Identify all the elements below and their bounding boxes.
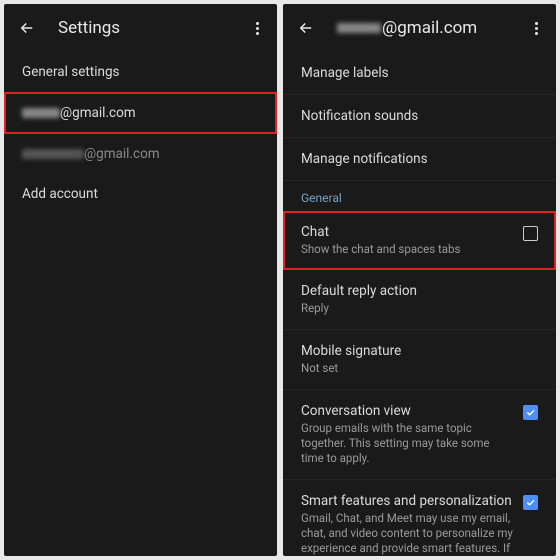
reply-title: Default reply action (301, 283, 538, 299)
conv-subtitle: Group emails with the same topic togethe… (301, 421, 513, 466)
chat-title: Chat (301, 224, 513, 240)
account-item-1[interactable]: @gmail.com (4, 92, 277, 134)
overflow-menu-icon[interactable] (531, 16, 542, 41)
manage-labels-item[interactable]: Manage labels (283, 52, 556, 95)
conversation-view-item[interactable]: Conversation view Group emails with the … (283, 390, 556, 480)
chat-subtitle: Show the chat and spaces tabs (301, 242, 513, 257)
settings-screen: Settings General settings @gmail.com @gm… (4, 4, 277, 556)
chat-toggle-item[interactable]: Chat Show the chat and spaces tabs (283, 211, 556, 270)
account-item-2[interactable]: @gmail.com (4, 134, 277, 174)
back-arrow-icon[interactable] (18, 19, 36, 37)
account-settings-list: Manage labels Notification sounds Manage… (283, 52, 556, 556)
smart1-title: Smart features and personalization (301, 493, 513, 509)
sig-subtitle: Not set (301, 361, 538, 376)
appbar-title: Settings (58, 18, 252, 38)
appbar-title: @gmail.com (337, 18, 531, 38)
reply-subtitle: Reply (301, 301, 538, 316)
appbar: Settings (4, 4, 277, 52)
notification-sounds-item[interactable]: Notification sounds (283, 95, 556, 138)
conv-checkbox[interactable] (523, 405, 538, 420)
settings-list: General settings @gmail.com @gmail.com A… (4, 52, 277, 556)
mobile-signature-item[interactable]: Mobile signature Not set (283, 330, 556, 390)
section-general-label: General (283, 181, 556, 211)
sig-title: Mobile signature (301, 343, 538, 359)
manage-notifications-item[interactable]: Manage notifications (283, 138, 556, 181)
appbar-account-suffix: @gmail.com (382, 18, 477, 38)
general-settings-item[interactable]: General settings (4, 52, 277, 92)
account-1-suffix: @gmail.com (60, 105, 136, 121)
default-reply-item[interactable]: Default reply action Reply (283, 270, 556, 330)
account-settings-screen: @gmail.com Manage labels Notification so… (283, 4, 556, 556)
account-2-suffix: @gmail.com (84, 146, 160, 162)
add-account-item[interactable]: Add account (4, 174, 277, 214)
conv-title: Conversation view (301, 403, 513, 419)
smart-features-item[interactable]: Smart features and personalization Gmail… (283, 480, 556, 556)
appbar: @gmail.com (283, 4, 556, 52)
overflow-menu-icon[interactable] (252, 16, 263, 41)
smart1-checkbox[interactable] (523, 495, 538, 510)
back-arrow-icon[interactable] (297, 19, 315, 37)
chat-checkbox[interactable] (523, 226, 538, 241)
smart1-subtitle: Gmail, Chat, and Meet may use my email, … (301, 511, 513, 556)
